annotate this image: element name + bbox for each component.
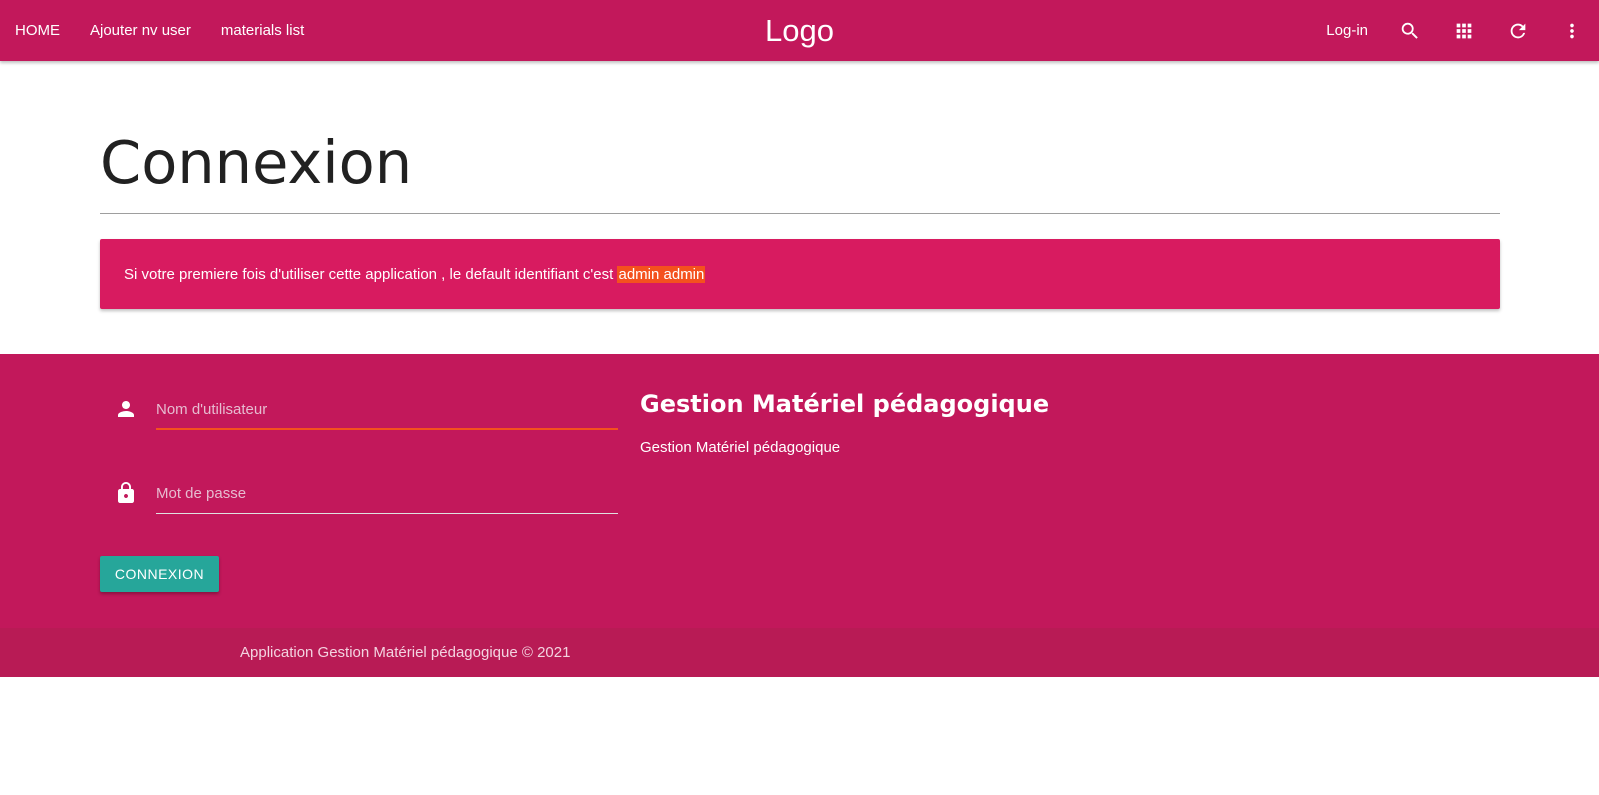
password-field bbox=[100, 474, 620, 534]
connexion-button[interactable]: CONNEXION bbox=[100, 556, 219, 592]
nav-actions: Log-in bbox=[1311, 0, 1599, 61]
refresh-icon[interactable] bbox=[1491, 0, 1545, 61]
navbar: HOME Ajouter nv user materials list Logo… bbox=[0, 0, 1599, 61]
nav-links: HOME Ajouter nv user materials list bbox=[0, 0, 319, 61]
alert-text: Si votre premiere fois d'utiliser cette … bbox=[124, 265, 706, 283]
brand-logo[interactable]: Logo bbox=[765, 13, 834, 48]
login-link[interactable]: Log-in bbox=[1311, 0, 1383, 61]
page-title: Connexion bbox=[100, 128, 413, 197]
person-icon bbox=[114, 396, 138, 422]
copyright-text: Application Gestion Matériel pédagogique… bbox=[240, 644, 571, 661]
alert-message: Si votre premiere fois d'utiliser cette … bbox=[124, 265, 618, 283]
info-title: Gestion Matériel pédagogique bbox=[640, 390, 1050, 418]
info-text: Gestion Matériel pédagogique bbox=[640, 439, 841, 456]
nav-link-materials-list[interactable]: materials list bbox=[206, 0, 319, 61]
search-icon[interactable] bbox=[1383, 0, 1437, 61]
alert-highlight: admin admin bbox=[617, 265, 706, 283]
more-vert-icon[interactable] bbox=[1545, 0, 1599, 61]
apps-icon[interactable] bbox=[1437, 0, 1491, 61]
lock-icon bbox=[114, 480, 138, 506]
username-field bbox=[100, 390, 620, 450]
username-input[interactable] bbox=[156, 390, 618, 430]
password-input[interactable] bbox=[156, 474, 618, 514]
nav-link-home[interactable]: HOME bbox=[0, 0, 75, 61]
title-divider bbox=[100, 213, 1500, 214]
nav-link-add-user[interactable]: Ajouter nv user bbox=[75, 0, 206, 61]
default-credentials-alert: Si votre premiere fois d'utiliser cette … bbox=[100, 239, 1500, 309]
